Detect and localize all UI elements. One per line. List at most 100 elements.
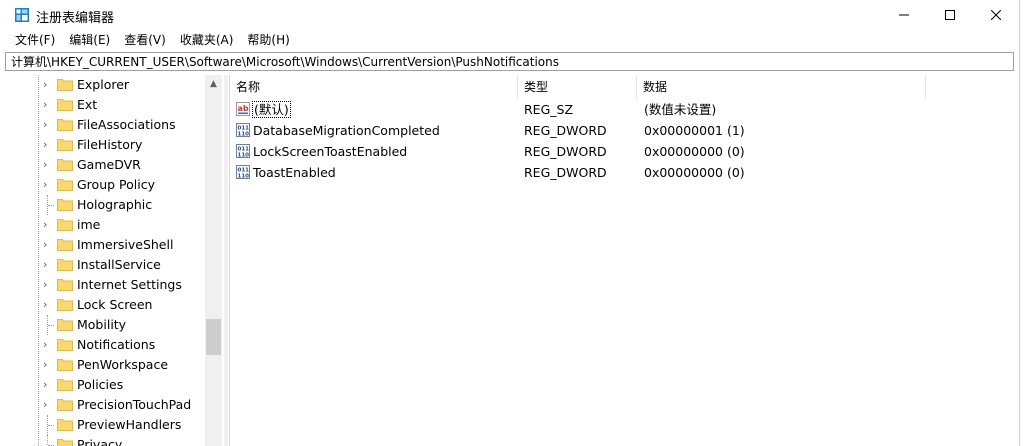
minimize-icon: [899, 14, 909, 16]
tree-item[interactable]: › ime: [5, 215, 205, 235]
regedit-app-icon: [15, 8, 29, 22]
folder-icon: [57, 79, 73, 91]
close-button[interactable]: [973, 0, 1019, 30]
pane-splitter[interactable]: [224, 75, 228, 446]
tree-connector: [48, 425, 54, 427]
folder-icon: [57, 399, 73, 411]
tree-item-label: GameDVR: [77, 157, 141, 172]
chevron-right-icon[interactable]: ›: [43, 398, 53, 412]
chevron-right-icon[interactable]: ›: [43, 178, 53, 192]
folder-icon: [57, 379, 73, 391]
tree-item-label: Holographic: [77, 197, 153, 212]
column-header-data[interactable]: 数据: [637, 75, 926, 99]
chevron-right-icon[interactable]: ›: [43, 258, 53, 272]
svg-text:110: 110: [238, 132, 250, 138]
tree-item[interactable]: › Internet Settings: [5, 275, 205, 295]
chevron-right-icon[interactable]: ›: [43, 278, 53, 292]
folder-icon: [57, 139, 73, 151]
string-value-icon: ab: [236, 102, 250, 116]
menu-edit[interactable]: 编辑(E): [62, 30, 117, 50]
list-header: 名称 类型 数据: [230, 75, 1019, 99]
tree-item[interactable]: › InstallService: [5, 255, 205, 275]
regedit-window: 注册表编辑器 文件(F) 编辑(E) 查看(V) 收藏夹(A) 帮助(H) 计算…: [0, 0, 1020, 446]
chevron-right-icon[interactable]: ›: [43, 98, 53, 112]
tree-item[interactable]: › GameDVR: [5, 155, 205, 175]
value-row[interactable]: 011 110 LockScreenToastEnabled REG_DWORD 0x0…: [230, 141, 1019, 162]
tree-item[interactable]: › Group Policy: [5, 175, 205, 195]
tree-item[interactable]: › FileHistory: [5, 135, 205, 155]
chevron-right-icon[interactable]: ›: [43, 358, 53, 372]
chevron-right-icon[interactable]: ›: [43, 78, 53, 92]
minimize-button[interactable]: [881, 0, 927, 30]
tree-item-label: FileAssociations: [77, 117, 176, 132]
tree-item[interactable]: Holographic: [5, 195, 205, 215]
tree-item-label: Notifications: [77, 337, 156, 352]
chevron-right-icon[interactable]: ›: [43, 378, 53, 392]
tree-item[interactable]: › PenWorkspace: [5, 355, 205, 375]
window-title: 注册表编辑器: [36, 11, 115, 26]
folder-icon: [57, 319, 73, 331]
address-bar[interactable]: 计算机\HKEY_CURRENT_USER\Software\Microsoft…: [5, 52, 1014, 71]
scrollbar-thumb[interactable]: [206, 319, 221, 355]
chevron-right-icon[interactable]: ›: [43, 138, 53, 152]
menu-view[interactable]: 查看(V): [117, 30, 173, 50]
value-data: 0x00000000 (0): [644, 144, 745, 159]
folder-icon: [57, 439, 73, 446]
folder-icon: [57, 199, 73, 211]
value-name: DatabaseMigrationCompleted: [253, 123, 440, 138]
menu-help[interactable]: 帮助(H): [240, 30, 296, 50]
tree-item[interactable]: › Notifications: [5, 335, 205, 355]
title-bar[interactable]: 注册表编辑器: [0, 0, 1019, 30]
folder-icon: [57, 299, 73, 311]
binary-value-icon: 011110: [236, 165, 250, 179]
tree-item-label: PenWorkspace: [77, 357, 169, 372]
values-list: 名称 类型 数据 ab (默认) REG_SZ (数值未设置) 011 110 Databa…: [229, 75, 1019, 446]
tree-item[interactable]: › Policies: [5, 375, 205, 395]
scroll-up-icon[interactable]: ▲: [205, 75, 222, 92]
maximize-button[interactable]: [927, 0, 973, 30]
folder-icon: [57, 259, 73, 271]
tree-item[interactable]: Mobility: [5, 315, 205, 335]
value-data: 0x00000000 (0): [644, 165, 745, 180]
chevron-right-icon[interactable]: ›: [43, 238, 53, 252]
tree-scrollbar[interactable]: ▲: [205, 75, 222, 446]
binary-value-icon: 011110: [236, 123, 250, 137]
folder-icon: [57, 419, 73, 431]
value-row[interactable]: 011 110 DatabaseMigrationCompleted REG_DWOR…: [230, 120, 1019, 141]
chevron-right-icon[interactable]: ›: [43, 338, 53, 352]
value-row[interactable]: 011 110 ToastEnabled REG_DWORD 0x00000000 (0…: [230, 162, 1019, 183]
value-type: REG_DWORD: [524, 123, 607, 138]
chevron-right-icon[interactable]: ›: [43, 298, 53, 312]
value-name: LockScreenToastEnabled: [253, 144, 408, 159]
menu-file[interactable]: 文件(F): [0, 30, 62, 50]
chevron-right-icon[interactable]: ›: [43, 158, 53, 172]
key-tree: › Explorer › Ext › FileAssociations › FileHisto…: [5, 75, 224, 446]
folder-icon: [57, 99, 73, 111]
value-name: ToastEnabled: [253, 165, 336, 180]
menu-bar: 文件(F) 编辑(E) 查看(V) 收藏夹(A) 帮助(H): [0, 30, 1019, 50]
folder-icon: [57, 179, 73, 191]
tree-item[interactable]: › ImmersiveShell: [5, 235, 205, 255]
tree-item-label: ImmersiveShell: [77, 237, 174, 252]
menu-favorites[interactable]: 收藏夹(A): [173, 30, 241, 50]
tree-item[interactable]: › PrecisionTouchPad: [5, 395, 205, 415]
column-header-type[interactable]: 类型: [518, 75, 637, 99]
tree-item[interactable]: › Ext: [5, 95, 205, 115]
value-row[interactable]: ab (默认) REG_SZ (数值未设置): [230, 99, 1019, 120]
tree-item[interactable]: › Explorer: [5, 75, 205, 95]
value-data: (数值未设置): [644, 102, 717, 117]
tree-item[interactable]: › Lock Screen: [5, 295, 205, 315]
value-name: (默认): [252, 101, 291, 118]
folder-icon: [57, 359, 73, 371]
tree-item[interactable]: PreviewHandlers: [5, 415, 205, 435]
tree-item[interactable]: Privacy: [5, 435, 205, 446]
tree-item-label: InstallService: [77, 257, 161, 272]
chevron-right-icon[interactable]: ›: [43, 118, 53, 132]
tree-item-label: PrecisionTouchPad: [77, 397, 192, 412]
chevron-right-icon[interactable]: ›: [43, 218, 53, 232]
binary-value-icon: 011110: [236, 144, 250, 158]
tree-item[interactable]: › FileAssociations: [5, 115, 205, 135]
column-header-name[interactable]: 名称: [230, 75, 518, 99]
tree-item-label: Lock Screen: [77, 297, 153, 312]
value-type: REG_DWORD: [524, 165, 607, 180]
